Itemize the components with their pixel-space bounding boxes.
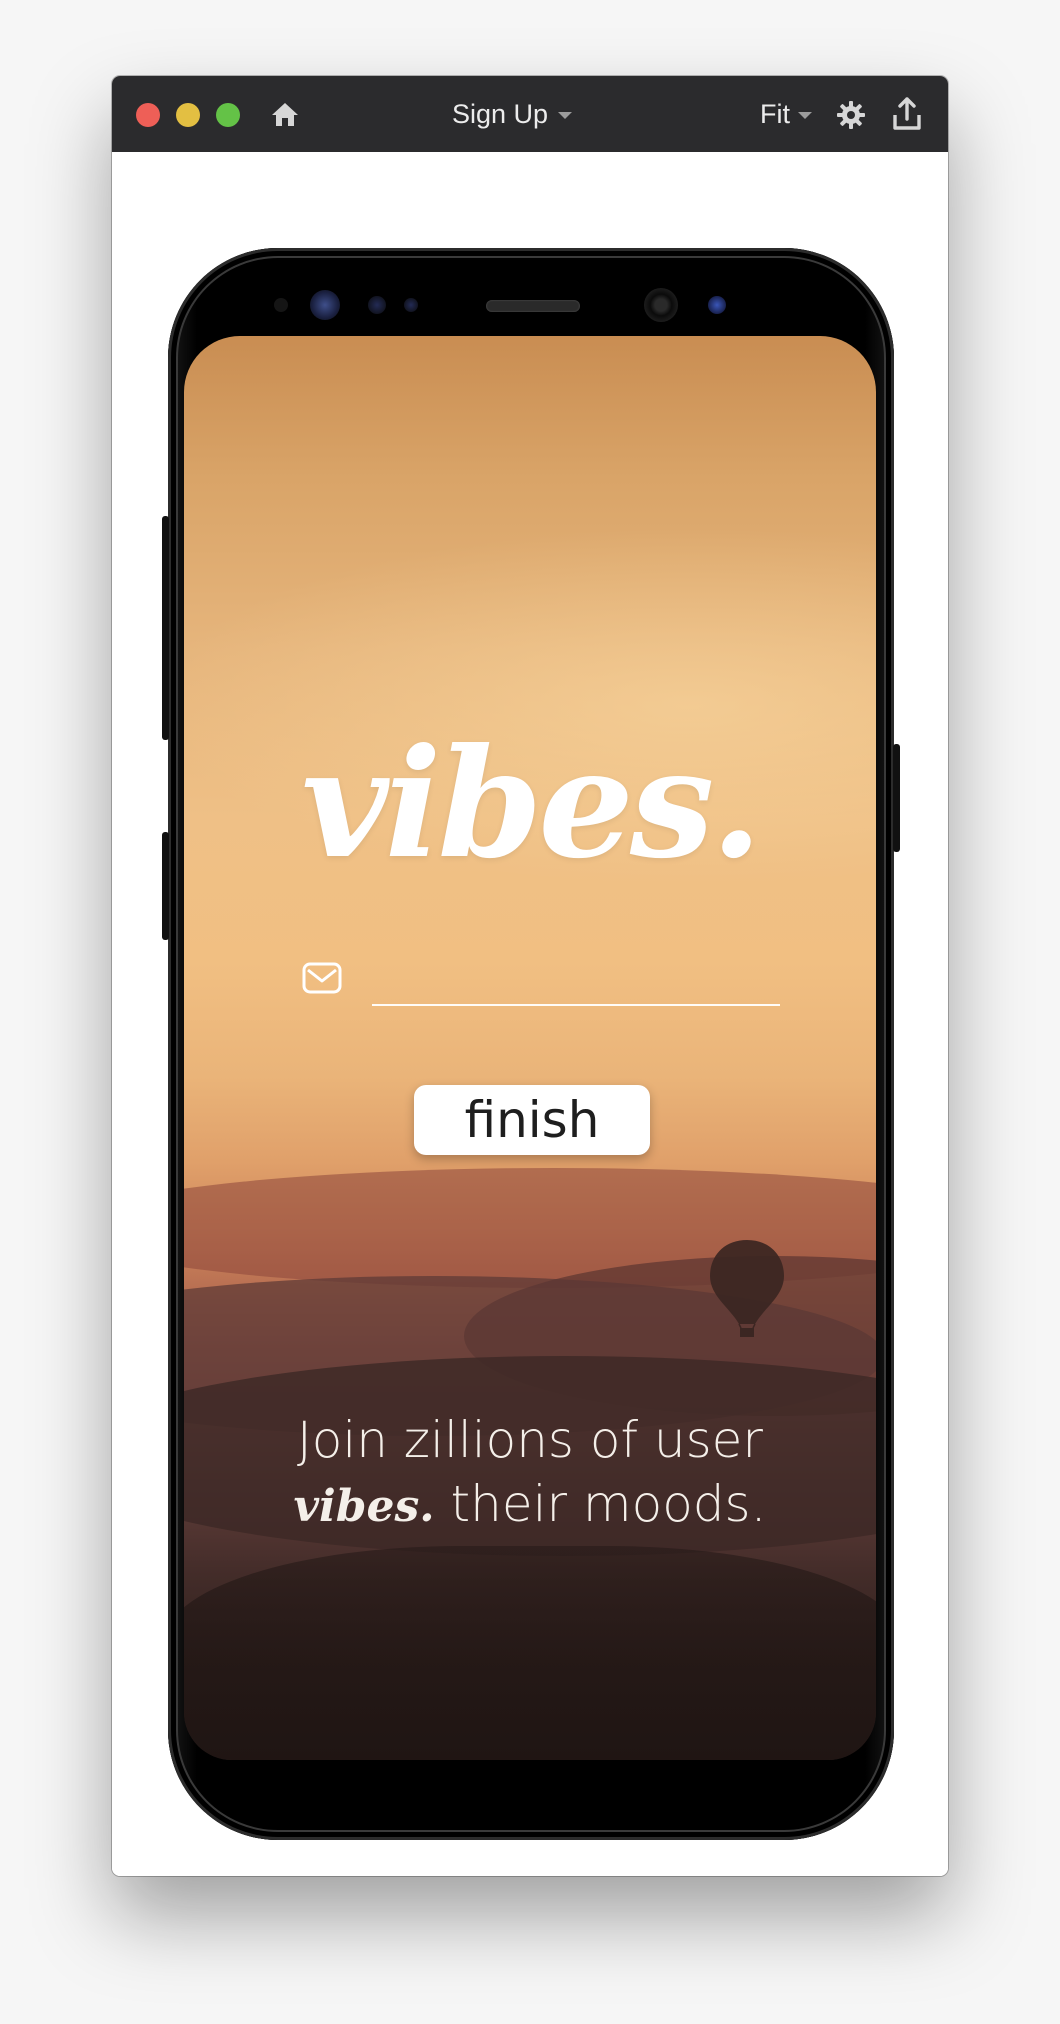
phone-side-button: [893, 744, 900, 852]
zoom-label: Fit: [760, 98, 790, 129]
zoom-dropdown[interactable]: Fit: [760, 96, 812, 132]
preview-canvas: vibes. finish Join zillions of user vibe…: [112, 152, 948, 1876]
phone-frame: vibes. finish Join zillions of user vibe…: [162, 248, 900, 1840]
phone-sensor: [708, 296, 726, 314]
phone-side-button: [162, 516, 169, 740]
app-window: Sign Up Fit vibes. finish Join zillions …: [112, 76, 948, 1876]
tagline-line2-text: their moods.: [434, 1475, 767, 1533]
share-icon[interactable]: [892, 97, 922, 131]
signup-screen: vibes. finish Join zillions of user vibe…: [184, 336, 876, 1760]
screen-title: Sign Up: [452, 98, 549, 129]
tagline-brand: vibes.: [293, 1481, 435, 1532]
finish-button[interactable]: finish: [414, 1085, 650, 1155]
email-field[interactable]: [372, 952, 780, 1006]
phone-front-camera: [644, 288, 678, 322]
phone-earpiece: [486, 300, 580, 312]
maximize-window-button[interactable]: [216, 103, 240, 127]
screen-selector-dropdown[interactable]: Sign Up: [452, 96, 573, 132]
tagline-line1: Join zillions of user: [297, 1411, 763, 1469]
phone-sensor: [274, 298, 288, 312]
close-window-button[interactable]: [136, 103, 160, 127]
gear-icon[interactable]: [836, 100, 866, 130]
app-logo: vibes.: [301, 716, 762, 892]
hot-air-balloon-icon: [710, 1240, 784, 1337]
chevron-down-icon: [798, 112, 812, 119]
tagline: Join zillions of user vibes. their moods…: [184, 1408, 876, 1539]
phone-sensor: [368, 296, 386, 314]
mail-icon: [302, 962, 342, 994]
tagline-line2: vibes. their moods.: [184, 1472, 876, 1539]
title-bar: Sign Up Fit: [112, 76, 948, 152]
phone-iris-scanner: [310, 290, 340, 320]
chevron-down-icon: [558, 112, 573, 119]
phone-sensor: [404, 298, 418, 312]
phone-side-button: [162, 832, 169, 940]
minimize-window-button[interactable]: [176, 103, 200, 127]
home-icon[interactable]: [270, 100, 300, 128]
tree-line: [184, 1546, 876, 1760]
